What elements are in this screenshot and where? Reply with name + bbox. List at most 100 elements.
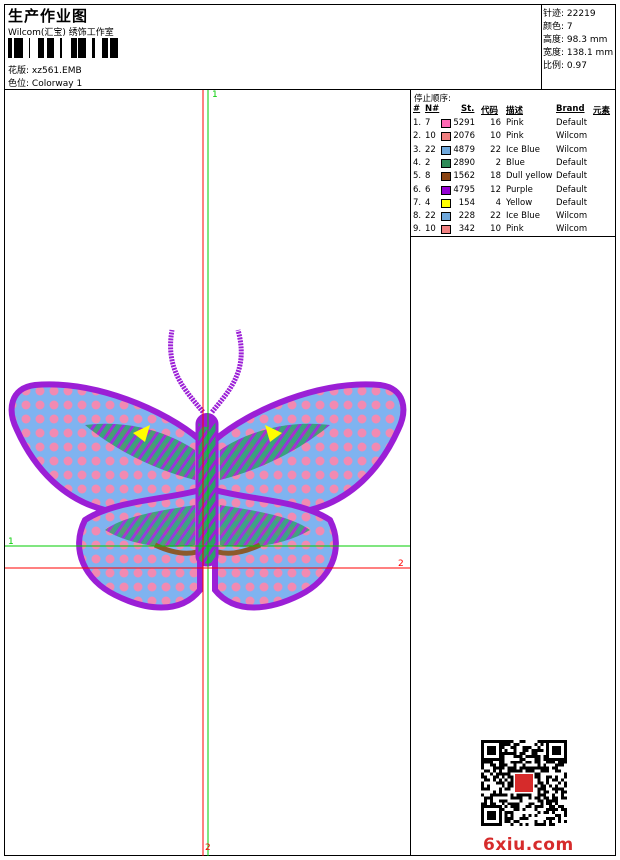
qr-code-icon bbox=[481, 740, 567, 826]
cell-code: 12 bbox=[490, 184, 501, 195]
stat-stitches: 针迹: 22219 bbox=[543, 9, 596, 19]
stat-colors: 颜色: 7 bbox=[543, 22, 573, 32]
cell-code: 2 bbox=[495, 157, 501, 168]
header-stats: 针迹: 22219 颜色: 7 高度: 98.3 mm 宽度: 138.1 mm… bbox=[542, 5, 615, 89]
cell-num: 22 bbox=[425, 211, 436, 222]
table-row: 8. 22 228 22 Ice Blue Wilcom bbox=[411, 211, 615, 224]
color-swatch bbox=[441, 198, 451, 208]
sheet-title: 生产作业图 bbox=[8, 7, 89, 25]
stat-width: 宽度: 138.1 mm bbox=[543, 48, 614, 58]
cell-desc: Purple bbox=[506, 184, 533, 195]
color-swatch bbox=[441, 225, 451, 235]
design-label: 花版: bbox=[8, 66, 30, 76]
cell-idx: 3. bbox=[413, 144, 422, 155]
cell-code: 18 bbox=[490, 171, 501, 182]
color-swatch bbox=[441, 145, 451, 155]
butterfly-body bbox=[195, 413, 219, 567]
cell-num: 2 bbox=[425, 157, 431, 168]
cell-st: 2890 bbox=[453, 157, 475, 168]
production-sheet: 生产作业图 Wilcom(汇宝) 绣饰工作室 花版: xz561.EMB 色位:… bbox=[4, 4, 616, 856]
col-desc: 描述 bbox=[506, 106, 524, 116]
table-row: 3. 22 4879 22 Ice Blue Wilcom bbox=[411, 145, 615, 158]
cell-st: 4795 bbox=[453, 184, 475, 195]
design-value: xz561.EMB bbox=[31, 66, 82, 76]
cell-code: 22 bbox=[490, 144, 501, 155]
cell-num: 8 bbox=[425, 171, 431, 182]
cell-desc: Yellow bbox=[506, 197, 533, 208]
cell-idx: 1. bbox=[413, 118, 422, 128]
cell-num: 6 bbox=[425, 184, 431, 195]
cell-idx: 4. bbox=[413, 157, 422, 168]
cell-num: 10 bbox=[425, 131, 436, 142]
cell-desc: Pink bbox=[506, 118, 524, 128]
table-row: 9. 10 342 10 Pink Wilcom bbox=[411, 224, 615, 237]
color-swatch bbox=[441, 119, 451, 128]
color-swatch bbox=[441, 212, 451, 222]
cell-idx: 7. bbox=[413, 197, 422, 208]
cell-st: 342 bbox=[458, 224, 475, 235]
col-st: St. bbox=[461, 104, 475, 114]
cell-num: 22 bbox=[425, 144, 436, 155]
cell-code: 16 bbox=[490, 118, 501, 128]
table-row: 7. 4 154 4 Yellow Default bbox=[411, 198, 615, 211]
cell-st: 4879 bbox=[453, 144, 475, 155]
cell-st: 2076 bbox=[453, 131, 475, 142]
studio-name: Wilcom(汇宝) 绣饰工作室 bbox=[8, 28, 114, 38]
cell-code: 4 bbox=[495, 197, 501, 208]
table-row: 4. 2 2890 2 Blue Default bbox=[411, 158, 615, 171]
axis-label-v2: 2 bbox=[205, 843, 211, 853]
stat-height: 高度: 98.3 mm bbox=[543, 35, 608, 45]
cell-st: 5291 bbox=[453, 118, 475, 128]
color-swatch bbox=[441, 172, 451, 182]
cell-st: 154 bbox=[458, 197, 475, 208]
cell-brand: Wilcom bbox=[556, 131, 588, 142]
col-num: N# bbox=[425, 104, 440, 114]
cell-desc: Pink bbox=[506, 224, 524, 235]
embroidery-preview bbox=[5, 90, 410, 856]
site-logo: 6xiu.com bbox=[483, 835, 574, 855]
cell-desc: Blue bbox=[506, 157, 525, 168]
cell-idx: 8. bbox=[413, 211, 422, 222]
table-row: 2. 10 2076 10 Pink Wilcom bbox=[411, 131, 615, 144]
colorway: 色位: Colorway 1 bbox=[8, 76, 82, 89]
stop-sequence-table: 停止顺序: # N# St. 代码 描述 Brand 元素 1. 7 5291 16 P… bbox=[411, 90, 615, 237]
antenna-right bbox=[210, 329, 244, 414]
sheet-header: 生产作业图 Wilcom(汇宝) 绣饰工作室 花版: xz561.EMB 色位:… bbox=[5, 5, 615, 90]
table-title: 停止顺序: bbox=[414, 94, 451, 104]
cell-st: 1562 bbox=[453, 171, 475, 182]
cell-brand: Default bbox=[556, 184, 588, 195]
axis-label-h2: 2 bbox=[398, 559, 404, 569]
col-idx: # bbox=[413, 104, 421, 114]
col-code: 代码 bbox=[481, 106, 499, 116]
cell-brand: Default bbox=[556, 197, 588, 208]
cell-brand: Wilcom bbox=[556, 224, 588, 235]
barcode-icon bbox=[8, 38, 118, 58]
col-element: 元素 bbox=[593, 106, 611, 116]
cell-idx: 2. bbox=[413, 131, 422, 142]
cell-brand: Default bbox=[556, 118, 588, 128]
cell-brand: Default bbox=[556, 171, 588, 182]
cell-code: 10 bbox=[490, 131, 501, 142]
cell-idx: 6. bbox=[413, 184, 422, 195]
colorway-label: 色位: bbox=[8, 79, 30, 89]
cell-num: 7 bbox=[425, 118, 431, 128]
cell-code: 22 bbox=[490, 211, 501, 222]
cell-num: 10 bbox=[425, 224, 436, 235]
design-file: 花版: xz561.EMB bbox=[8, 63, 82, 76]
cell-idx: 9. bbox=[413, 224, 422, 235]
stat-scale: 比例: 0.97 bbox=[543, 61, 587, 71]
cell-desc: Dull yellow bbox=[506, 171, 553, 182]
color-swatch bbox=[441, 132, 451, 142]
cell-brand: Wilcom bbox=[556, 144, 588, 155]
header-info: 生产作业图 Wilcom(汇宝) 绣饰工作室 花版: xz561.EMB 色位:… bbox=[5, 5, 542, 89]
cell-desc: Ice Blue bbox=[506, 144, 540, 155]
cell-desc: Pink bbox=[506, 131, 524, 142]
color-swatch bbox=[441, 158, 451, 168]
antenna-left bbox=[168, 329, 205, 414]
table-row: 1. 7 5291 16 Pink Default bbox=[411, 118, 615, 131]
cell-idx: 5. bbox=[413, 171, 422, 182]
design-canvas: 1 1 2 2 bbox=[5, 90, 411, 856]
axis-label-h1: 1 bbox=[8, 537, 14, 547]
table-row: 5. 8 1562 18 Dull yellow Default bbox=[411, 171, 615, 184]
color-swatch bbox=[441, 185, 451, 195]
